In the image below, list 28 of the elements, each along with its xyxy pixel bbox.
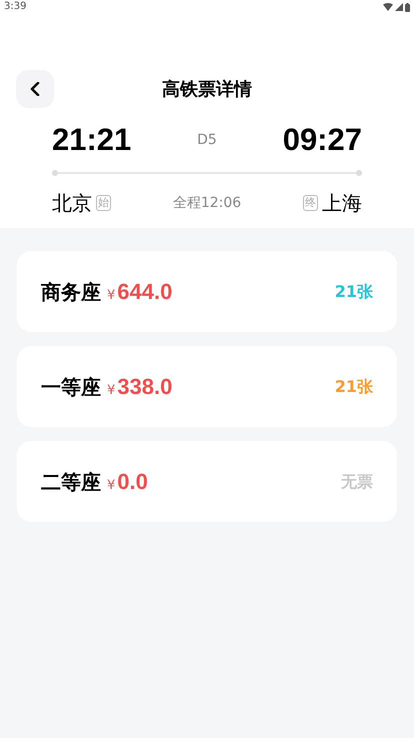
wifi-icon [383, 3, 393, 11]
departure-station: 北京 [52, 190, 92, 217]
seat-price: 644.0 [117, 278, 172, 306]
seat-price: 0.0 [117, 468, 148, 496]
ticket-availability: 21张 [334, 376, 373, 398]
page-title: 高铁票详情 [162, 78, 252, 102]
seat-class: 商务座 [41, 279, 101, 306]
seat-price: 338.0 [117, 373, 172, 401]
seat-card[interactable]: 商务座 ¥644.0 21张 [17, 251, 397, 332]
arrival-time: 09:27 [282, 120, 362, 159]
arrival-station: 上海 [322, 190, 362, 217]
signal-icon [395, 3, 403, 11]
seat-class: 二等座 [41, 469, 101, 496]
battery-icon [405, 2, 410, 12]
status-time: 3:39 [4, 2, 26, 12]
back-icon [30, 82, 40, 96]
departure-time: 21:21 [52, 120, 132, 159]
currency-symbol: ¥ [107, 382, 116, 400]
seat-class: 一等座 [41, 374, 101, 401]
duration: 全程12:06 [172, 194, 242, 212]
currency-symbol: ¥ [107, 287, 116, 305]
train-number: D5 [197, 130, 217, 150]
end-tag: 终 [302, 195, 318, 211]
back-button[interactable] [16, 70, 54, 108]
start-tag: 始 [96, 195, 111, 211]
currency-symbol: ¥ [107, 477, 116, 495]
seat-card[interactable]: 一等座 ¥338.0 21张 [17, 346, 397, 427]
ticket-availability: 21张 [334, 280, 373, 302]
